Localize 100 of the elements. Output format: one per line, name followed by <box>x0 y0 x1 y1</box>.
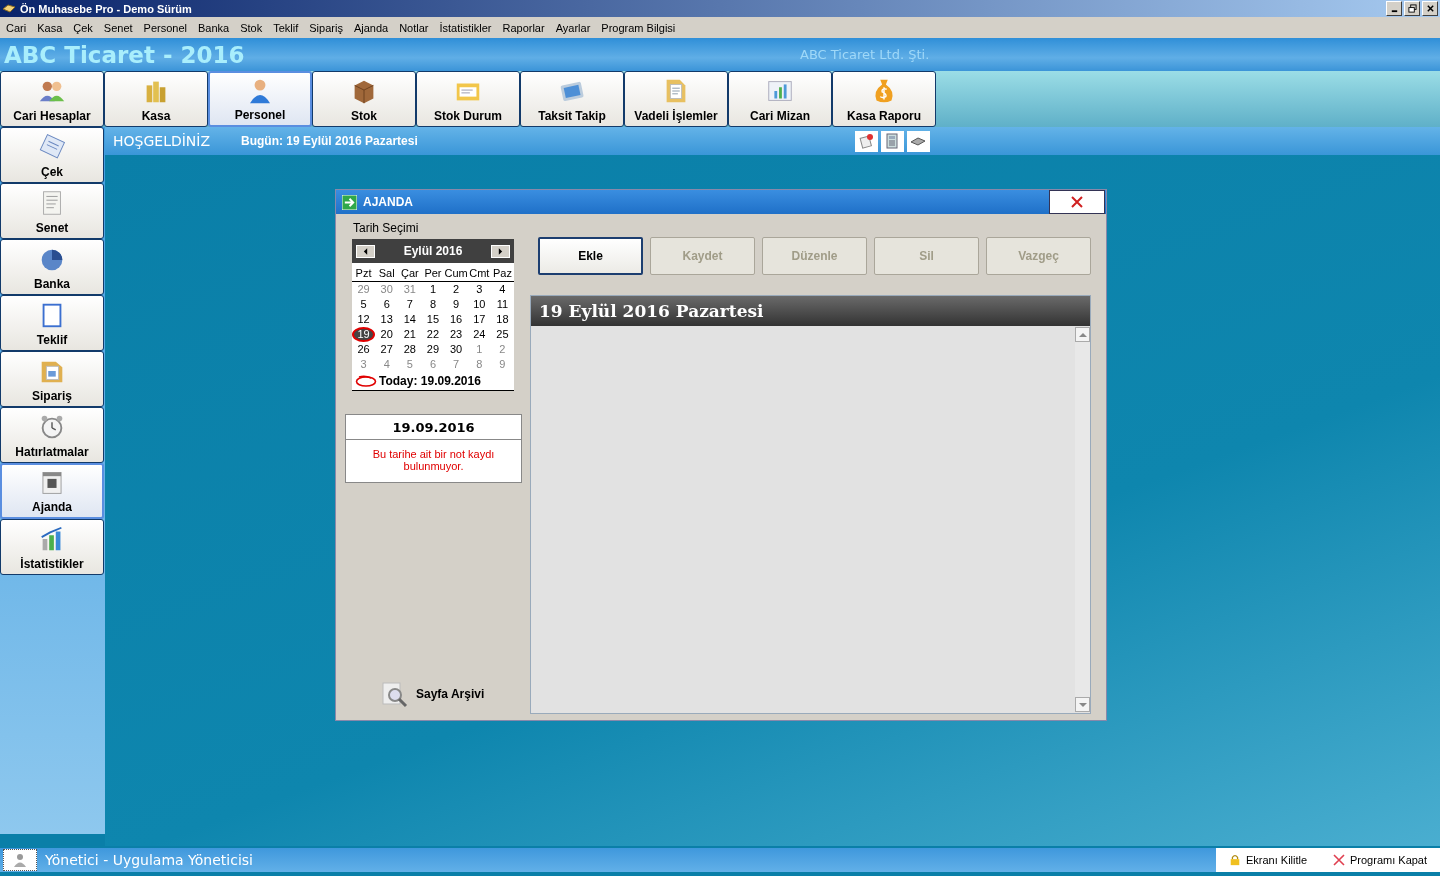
calendar-day[interactable]: 6 <box>421 357 445 372</box>
calendar-day[interactable]: 24 <box>467 327 491 342</box>
close-button[interactable] <box>1049 190 1105 214</box>
calendar-day[interactable]: 7 <box>444 357 468 372</box>
next-month-button[interactable] <box>491 244 510 258</box>
menu-item[interactable]: İstatistikler <box>434 21 498 34</box>
user-icon <box>12 852 28 868</box>
user-button[interactable] <box>3 849 37 871</box>
sidebar-button[interactable]: Senet <box>0 183 104 239</box>
menu-item[interactable]: Ajanda <box>348 21 395 34</box>
calendar-day[interactable]: 9 <box>490 357 514 372</box>
scroll-down-icon[interactable] <box>1078 701 1087 708</box>
menu-item[interactable]: Sipariş <box>304 21 349 34</box>
calendar-day[interactable]: 31 <box>398 282 422 297</box>
notes-toolbar-button[interactable] <box>854 130 878 152</box>
calendar-day[interactable]: 14 <box>398 312 422 327</box>
toolbar-button[interactable]: Cari Hesaplar <box>0 71 104 127</box>
calendar-day[interactable]: 26 <box>352 342 376 357</box>
calendar-day[interactable]: 8 <box>421 297 445 312</box>
sidebar-button[interactable]: Hatırlatmalar <box>0 407 104 463</box>
calendar-day[interactable]: 21 <box>398 327 422 342</box>
calendar-day[interactable]: 2 <box>490 342 514 357</box>
calendar-day[interactable]: 11 <box>490 297 514 312</box>
calendar-day[interactable]: 13 <box>375 312 399 327</box>
sidebar-button[interactable]: Banka <box>0 239 104 295</box>
calendar-day[interactable]: 8 <box>467 357 491 372</box>
menu-item[interactable]: Teklif <box>268 21 305 34</box>
toolbar-button[interactable]: Stok Durum <box>416 71 520 127</box>
toolbar-button[interactable]: Kasa <box>104 71 208 127</box>
calendar-day[interactable]: 1 <box>467 342 491 357</box>
today-link[interactable]: Today: 19.09.2016 <box>379 374 481 388</box>
calculator-button[interactable] <box>880 130 904 152</box>
calendar-day[interactable]: 25 <box>490 327 514 342</box>
close-program-button[interactable]: Programı Kapat <box>1333 854 1428 866</box>
sidebar-button[interactable]: Teklif <box>0 295 104 351</box>
calendar-day[interactable]: 1 <box>421 282 445 297</box>
calendar-day[interactable]: 17 <box>467 312 491 327</box>
calendar-day[interactable]: 20 <box>375 327 399 342</box>
calendar-day[interactable]: 4 <box>375 357 399 372</box>
dialog-title: AJANDA <box>363 195 413 209</box>
minimize-button[interactable] <box>1386 1 1402 16</box>
previous-month-button[interactable] <box>356 244 375 258</box>
calendar-day[interactable]: 9 <box>444 297 468 312</box>
menu-item[interactable]: Personel <box>138 21 193 34</box>
toolbar-button[interactable]: Stok <box>312 71 416 127</box>
calendar-day[interactable]: 5 <box>352 297 376 312</box>
notepad-icon <box>37 132 67 162</box>
close-icon <box>1071 196 1083 208</box>
sidebar-button[interactable]: Çek <box>0 127 104 183</box>
calendar-day[interactable]: 16 <box>444 312 468 327</box>
sidebar-button[interactable]: İstatistikler <box>0 519 104 575</box>
toolbar-button[interactable]: Vadeli İşlemler <box>624 71 728 127</box>
calendar-day[interactable]: 18 <box>490 312 514 327</box>
menu-item[interactable]: Raporlar <box>497 21 551 34</box>
window-title: Ön Muhasebe Pro - Demo Sürüm <box>20 2 192 15</box>
arrow-icon <box>342 194 357 210</box>
calendar-day[interactable]: 12 <box>352 312 376 327</box>
action-button[interactable]: Ekle <box>538 237 643 275</box>
scroll-up-icon[interactable] <box>1078 331 1087 338</box>
calendar-day[interactable]: 23 <box>444 327 468 342</box>
calendar-day[interactable]: 22 <box>421 327 445 342</box>
menu-item[interactable]: Çek <box>68 21 99 34</box>
calendar-day[interactable]: 28 <box>398 342 422 357</box>
calendar-day[interactable]: 4 <box>490 282 514 297</box>
menu-item[interactable]: Senet <box>98 21 139 34</box>
left-triangle-icon <box>363 247 368 255</box>
calendar-day[interactable]: 2 <box>444 282 468 297</box>
calendar-day[interactable]: 30 <box>375 282 399 297</box>
calendar-day[interactable]: 27 <box>375 342 399 357</box>
scrollbar[interactable] <box>1075 327 1090 712</box>
menu-item[interactable]: Kasa <box>32 21 69 34</box>
calendar-day[interactable]: 29 <box>352 282 376 297</box>
lock-screen-button[interactable]: Ekranı Kilitle <box>1228 854 1308 866</box>
calendar-day[interactable]: 15 <box>421 312 445 327</box>
calendar-day[interactable]: 7 <box>398 297 422 312</box>
menu-item[interactable]: Ayarlar <box>550 21 597 34</box>
menu-item[interactable]: Program Bilgisi <box>596 21 682 34</box>
calendar-day[interactable]: 19 <box>352 327 376 342</box>
sidebar-button[interactable]: Sipariş <box>0 351 104 407</box>
calendar-day[interactable]: 5 <box>398 357 422 372</box>
restore-button[interactable] <box>1404 1 1420 16</box>
toolbar-button[interactable]: Kasa Raporu <box>832 71 936 127</box>
calendar-day[interactable]: 3 <box>352 357 376 372</box>
page-archive-button[interactable]: Sayfa Arşivi <box>380 680 530 708</box>
toolbar-button[interactable]: Personel <box>208 71 312 127</box>
weekday-label: Cmt <box>467 266 491 282</box>
printer-button[interactable] <box>906 130 930 152</box>
calendar-day[interactable]: 10 <box>467 297 491 312</box>
toolbar-button[interactable]: Cari Mizan <box>728 71 832 127</box>
calendar-day[interactable]: 3 <box>467 282 491 297</box>
menu-item[interactable]: Stok <box>235 21 269 34</box>
calendar-day[interactable]: 29 <box>421 342 445 357</box>
calendar-day[interactable]: 6 <box>375 297 399 312</box>
menu-item[interactable]: Cari <box>1 21 33 34</box>
restore-icon <box>1407 4 1417 13</box>
menu-item[interactable]: Banka <box>193 21 236 34</box>
sidebar-button[interactable]: Ajanda <box>0 463 104 519</box>
toolbar-button[interactable]: Taksit Takip <box>520 71 624 127</box>
menu-item[interactable]: Notlar <box>394 21 435 34</box>
calendar-day[interactable]: 30 <box>444 342 468 357</box>
